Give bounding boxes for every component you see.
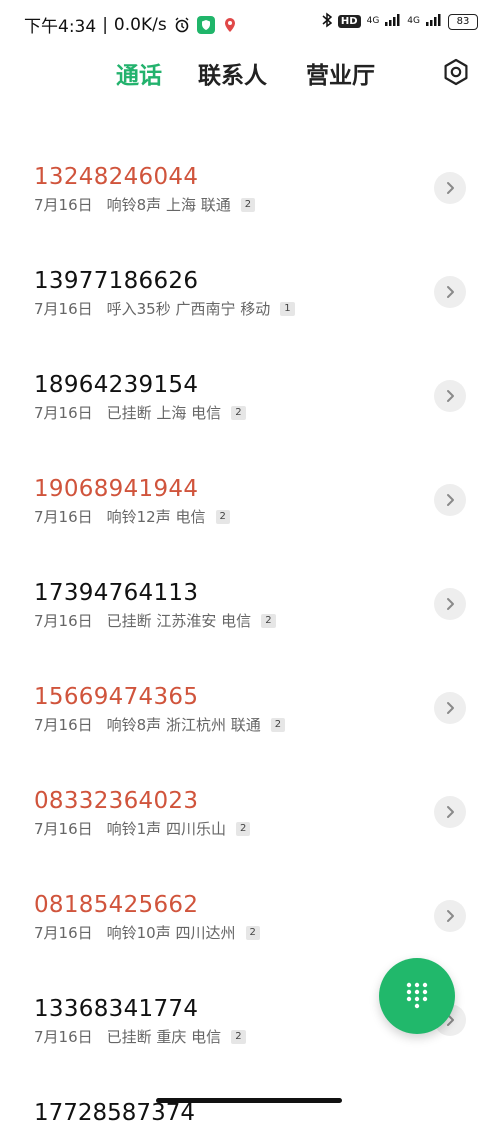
signal-icon-2 — [426, 14, 442, 29]
call-detail-chevron-icon[interactable] — [434, 692, 466, 724]
call-date: 7月16日 — [34, 508, 93, 526]
call-date: 7月16日 — [34, 404, 93, 422]
call-detail-chevron-icon[interactable] — [434, 276, 466, 308]
settings-gear-icon[interactable] — [442, 58, 470, 86]
call-meta: 7月16日 响铃10声 四川达州 2 — [34, 922, 260, 943]
call-detail-chevron-icon[interactable] — [434, 900, 466, 932]
call-date: 7月16日 — [34, 196, 93, 214]
call-log-list: 13248246044 7月16日 响铃8声 上海 联通 2 139771866… — [0, 148, 500, 1084]
call-date: 7月16日 — [34, 612, 93, 630]
call-detail: 已挂断 上海 电信 — [106, 404, 222, 422]
status-right: HD 4G 4G 83 — [322, 12, 478, 31]
call-detail: 呼入35秒 广西南宁 移动 — [106, 300, 271, 318]
call-number: 08185425662 — [34, 892, 199, 918]
call-count-badge: 1 — [280, 301, 295, 316]
signal-icon-1 — [385, 14, 401, 29]
call-count-badge: 2 — [261, 613, 276, 628]
partial-call-number: 17728587374 — [34, 1100, 195, 1126]
status-speed: 0.0K/s — [113, 14, 167, 35]
net-4g-2: 4G — [407, 16, 420, 26]
status-bar: 下午4:34 | 0.0K/s HD 4G 4G 83 — [0, 0, 500, 46]
status-divider: | — [102, 14, 108, 35]
call-meta: 7月16日 已挂断 重庆 电信 2 — [34, 1026, 246, 1047]
call-detail: 响铃8声 上海 联通 — [106, 196, 231, 214]
call-detail: 已挂断 江苏淮安 电信 — [106, 612, 252, 630]
hd-badge: HD — [337, 15, 361, 28]
call-number: 17394764113 — [34, 580, 199, 606]
battery-indicator: 83 — [448, 13, 478, 30]
call-detail-chevron-icon[interactable] — [434, 588, 466, 620]
call-row[interactable]: 17394764113 7月16日 已挂断 江苏淮安 电信 2 — [0, 564, 500, 668]
call-detail-chevron-icon[interactable] — [434, 172, 466, 204]
call-row[interactable]: 13248246044 7月16日 响铃8声 上海 联通 2 — [0, 148, 500, 252]
call-detail-chevron-icon[interactable] — [434, 484, 466, 516]
status-left: 下午4:34 | 0.0K/s — [24, 12, 239, 37]
call-detail: 响铃12声 电信 — [106, 508, 206, 526]
bluetooth-icon — [322, 12, 333, 31]
location-icon — [221, 16, 239, 34]
call-number: 13977186626 — [34, 268, 199, 294]
call-meta: 7月16日 呼入35秒 广西南宁 移动 1 — [34, 298, 295, 319]
call-date: 7月16日 — [34, 1028, 93, 1046]
call-date: 7月16日 — [34, 924, 93, 942]
call-detail-chevron-icon[interactable] — [434, 380, 466, 412]
call-row[interactable]: 18964239154 7月16日 已挂断 上海 电信 2 — [0, 356, 500, 460]
call-number: 13368341774 — [34, 996, 199, 1022]
call-count-badge: 2 — [245, 925, 260, 940]
call-number: 19068941944 — [34, 476, 199, 502]
dialpad-icon — [406, 982, 428, 1009]
call-detail: 响铃8声 浙江杭州 联通 — [106, 716, 261, 734]
call-detail: 响铃10声 四川达州 — [106, 924, 236, 942]
tab-service-hall[interactable]: 营业厅 — [306, 56, 375, 90]
call-detail: 响铃1声 四川乐山 — [106, 820, 226, 838]
alarm-icon — [173, 16, 191, 34]
call-count-badge: 2 — [270, 717, 286, 732]
dialpad-button[interactable] — [379, 958, 455, 1034]
call-meta: 7月16日 已挂断 上海 电信 2 — [34, 402, 246, 423]
call-date: 7月16日 — [34, 820, 93, 838]
call-count-badge: 2 — [231, 1029, 246, 1044]
call-row[interactable]: 19068941944 7月16日 响铃12声 电信 2 — [0, 460, 500, 564]
call-meta: 7月16日 响铃8声 上海 联通 2 — [34, 194, 256, 215]
call-number: 15669474365 — [34, 684, 199, 710]
call-detail: 已挂断 重庆 电信 — [106, 1028, 222, 1046]
call-row[interactable]: 13977186626 7月16日 呼入35秒 广西南宁 移动 1 — [0, 252, 500, 356]
call-meta: 7月16日 已挂断 江苏淮安 电信 2 — [34, 610, 276, 631]
call-count-badge: 2 — [231, 405, 246, 420]
call-number: 13248246044 — [34, 164, 199, 190]
call-detail-chevron-icon[interactable] — [434, 796, 466, 828]
call-meta: 7月16日 响铃1声 四川乐山 2 — [34, 818, 251, 839]
call-meta: 7月16日 响铃12声 电信 2 — [34, 506, 230, 527]
call-count-badge: 2 — [235, 821, 251, 836]
call-date: 7月16日 — [34, 716, 93, 734]
status-time: 下午4:34 — [24, 17, 97, 37]
call-row[interactable]: 08332364023 7月16日 响铃1声 四川乐山 2 — [0, 772, 500, 876]
call-date: 7月16日 — [34, 300, 93, 318]
call-row[interactable]: 15669474365 7月16日 响铃8声 浙江杭州 联通 2 — [0, 668, 500, 772]
net-4g-1: 4G — [366, 16, 380, 26]
top-tabs: 通话 联系人 营业厅 — [0, 56, 500, 96]
call-number: 18964239154 — [34, 372, 199, 398]
tab-contacts[interactable]: 联系人 — [198, 56, 267, 90]
shield-app-icon — [196, 15, 215, 34]
call-count-badge: 2 — [215, 509, 230, 524]
call-count-badge: 2 — [240, 197, 256, 212]
call-meta: 7月16日 响铃8声 浙江杭州 联通 2 — [34, 714, 286, 735]
tab-calls[interactable]: 通话 — [116, 56, 162, 90]
home-indicator — [156, 1098, 342, 1103]
call-number: 08332364023 — [34, 788, 199, 814]
